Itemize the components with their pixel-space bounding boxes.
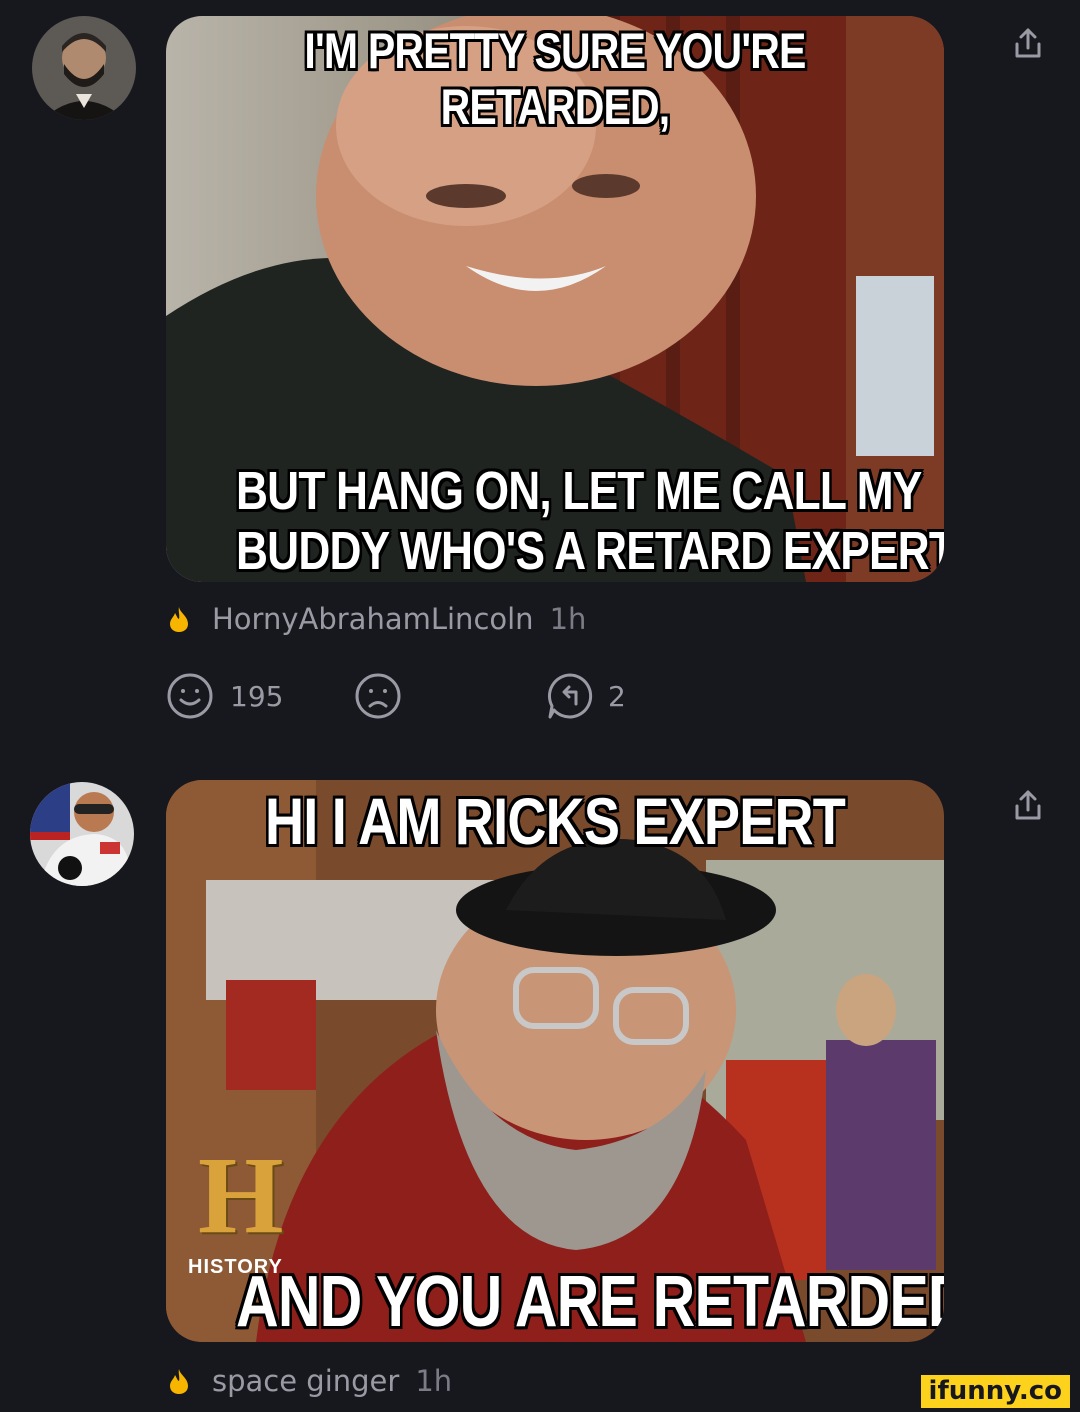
history-logo-letter: H bbox=[198, 1134, 284, 1256]
meme-image[interactable]: HI I AM RICKS EXPERT H HISTORY AND YOU A… bbox=[166, 780, 944, 1342]
timestamp: 1h bbox=[415, 1364, 453, 1398]
post-2: HI I AM RICKS EXPERT H HISTORY AND YOU A… bbox=[0, 0, 1080, 1412]
meme-top-text-line1: HI I AM RICKS EXPERT bbox=[265, 784, 846, 858]
post-author[interactable]: space ginger 1h bbox=[166, 1364, 452, 1398]
username[interactable]: space ginger bbox=[212, 1364, 399, 1398]
avatar[interactable] bbox=[30, 782, 134, 886]
history-logo: H HISTORY bbox=[188, 1140, 318, 1279]
meme-bottom-text-line1: AND YOU ARE RETARDED bbox=[236, 1262, 944, 1342]
ifunny-watermark: ifunny.co bbox=[920, 1375, 1070, 1408]
share-icon bbox=[1015, 790, 1041, 820]
share-button[interactable] bbox=[1008, 786, 1048, 826]
flame-icon bbox=[170, 1369, 188, 1394]
